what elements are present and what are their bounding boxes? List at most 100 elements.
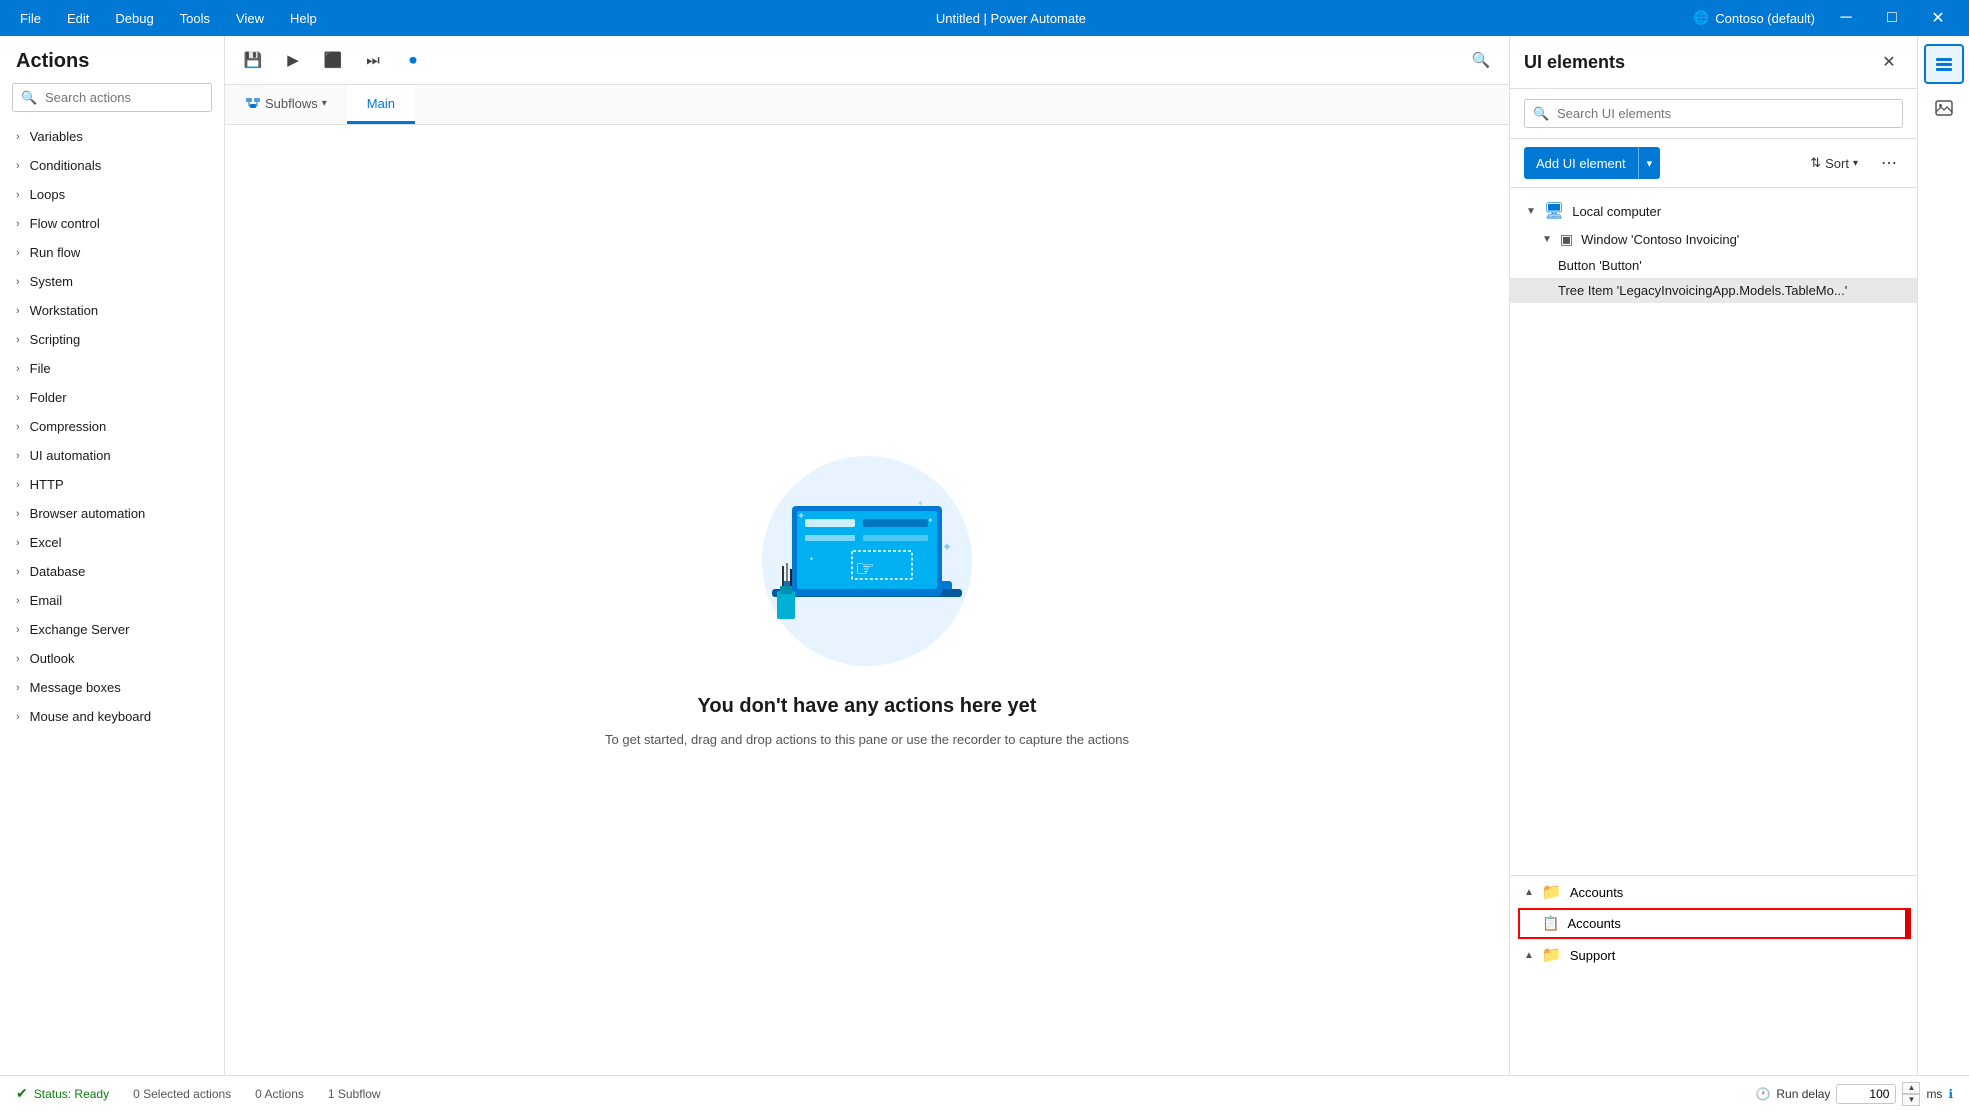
ui-toolbar-row: Add UI element ▾ ⇅ Sort ▾ ⋯: [1510, 139, 1917, 188]
ui-elements-sidebar-button[interactable]: [1924, 44, 1964, 84]
action-item-outlook[interactable]: › Outlook: [0, 644, 224, 673]
actions-search-container: 🔍: [12, 83, 212, 112]
action-item-browser-automation[interactable]: › Browser automation: [0, 499, 224, 528]
chevron-icon: ›: [16, 566, 20, 578]
action-item-http[interactable]: › HTTP: [0, 470, 224, 499]
action-item-file[interactable]: › File: [0, 354, 224, 383]
svg-text:✦: ✦: [917, 499, 924, 508]
action-label: HTTP: [30, 477, 64, 492]
search-button[interactable]: 🔍: [1465, 44, 1497, 76]
accounts-group-node[interactable]: ▲ 📁 Accounts: [1510, 876, 1917, 908]
action-item-flow-control[interactable]: › Flow control: [0, 209, 224, 238]
action-label: Exchange Server: [30, 622, 130, 637]
action-item-mouse-keyboard[interactable]: › Mouse and keyboard: [0, 702, 224, 731]
minimize-button[interactable]: ─: [1823, 0, 1869, 36]
chevron-icon: ›: [16, 682, 20, 694]
action-item-ui-automation[interactable]: › UI automation: [0, 441, 224, 470]
expand-icon: ▼: [1526, 206, 1536, 217]
accounts-child-node[interactable]: 📋 Accounts: [1518, 908, 1909, 939]
actions-count-status: 0 Actions: [255, 1087, 304, 1101]
menu-edit[interactable]: Edit: [55, 7, 101, 30]
chevron-icon: ›: [16, 450, 20, 462]
chevron-icon: ›: [16, 363, 20, 375]
sort-button[interactable]: ⇅ Sort ▾: [1801, 150, 1867, 176]
maximize-button[interactable]: □: [1869, 0, 1915, 36]
subflow-count-status: 1 Subflow: [328, 1087, 381, 1101]
accounts-section: ▲ 📁 Accounts 📋 Accounts ▲ 📁: [1510, 875, 1917, 1075]
action-item-database[interactable]: › Database: [0, 557, 224, 586]
tree-node-button[interactable]: Button 'Button': [1510, 253, 1917, 278]
save-button[interactable]: 💾: [237, 44, 269, 76]
tab-main[interactable]: Main: [347, 85, 415, 124]
accounts-table-icon: 📋: [1542, 915, 1559, 932]
account-icon: 🌐: [1693, 10, 1709, 26]
action-item-compression[interactable]: › Compression: [0, 412, 224, 441]
sort-chevron-icon: ▾: [1853, 158, 1858, 169]
action-item-folder[interactable]: › Folder: [0, 383, 224, 412]
action-item-conditionals[interactable]: › Conditionals: [0, 151, 224, 180]
close-button[interactable]: ✕: [1915, 0, 1961, 36]
next-button[interactable]: ⏭: [357, 44, 389, 76]
accounts-child-label: Accounts: [1567, 916, 1620, 931]
action-item-email[interactable]: › Email: [0, 586, 224, 615]
run-delay-input[interactable]: [1836, 1084, 1896, 1104]
record-button[interactable]: ⏺: [397, 44, 429, 76]
resize-handle[interactable]: [1905, 908, 1911, 939]
action-label: Email: [30, 593, 63, 608]
tree-node-contoso-window[interactable]: ▼ ▣ Window 'Contoso Invoicing': [1510, 226, 1917, 253]
delay-up-button[interactable]: ▲: [1902, 1082, 1920, 1094]
tree-node-local-computer[interactable]: ▼ 🖥 Local computer: [1510, 196, 1917, 226]
subflows-icon: [245, 95, 261, 111]
chevron-icon: ›: [16, 479, 20, 491]
action-label: Excel: [30, 535, 62, 550]
delay-down-button[interactable]: ▼: [1902, 1094, 1920, 1106]
run-button[interactable]: ▶: [277, 44, 309, 76]
title-bar: File Edit Debug Tools View Help Untitled…: [0, 0, 1969, 36]
more-options-button[interactable]: ⋯: [1875, 149, 1903, 177]
add-ui-element-chevron-icon[interactable]: ▾: [1639, 147, 1661, 179]
menu-view[interactable]: View: [224, 7, 276, 30]
action-item-run-flow[interactable]: › Run flow: [0, 238, 224, 267]
action-item-workstation[interactable]: › Workstation: [0, 296, 224, 325]
menu-bar: File Edit Debug Tools View Help: [8, 7, 329, 30]
ui-panel-title: UI elements: [1524, 52, 1875, 73]
action-item-scripting[interactable]: › Scripting: [0, 325, 224, 354]
subflows-tab-label: Subflows: [265, 96, 318, 111]
support-group-node[interactable]: ▲ 📁 Support: [1510, 939, 1917, 971]
action-item-system[interactable]: › System: [0, 267, 224, 296]
delay-info-icon[interactable]: ℹ: [1948, 1087, 1953, 1101]
action-label: File: [30, 361, 51, 376]
menu-help[interactable]: Help: [278, 7, 329, 30]
window-controls: ─ □ ✕: [1823, 0, 1961, 36]
empty-subtitle: To get started, drag and drop actions to…: [605, 730, 1129, 750]
actions-panel: Actions 🔍 › Variables › Conditionals › L…: [0, 36, 225, 1075]
action-item-variables[interactable]: › Variables: [0, 122, 224, 151]
add-ui-element-button[interactable]: Add UI element ▾: [1524, 147, 1660, 179]
menu-tools[interactable]: Tools: [168, 7, 222, 30]
action-item-message-boxes[interactable]: › Message boxes: [0, 673, 224, 702]
action-item-excel[interactable]: › Excel: [0, 528, 224, 557]
action-item-loops[interactable]: › Loops: [0, 180, 224, 209]
search-input[interactable]: [12, 83, 212, 112]
subflow-count-label: 1 Subflow: [328, 1087, 381, 1101]
support-folder-icon: 📁: [1542, 945, 1562, 965]
tab-subflows[interactable]: Subflows ▾: [225, 85, 347, 124]
menu-debug[interactable]: Debug: [103, 7, 165, 30]
expand-icon: ▼: [1542, 234, 1552, 245]
tree-node-tree-item[interactable]: Tree Item 'LegacyInvoicingApp.Models.Tab…: [1510, 278, 1917, 303]
action-label: Mouse and keyboard: [30, 709, 151, 724]
images-sidebar-button[interactable]: [1924, 88, 1964, 128]
contoso-window-label: Window 'Contoso Invoicing': [1581, 232, 1739, 247]
illustration-svg: ☞ ✦ ✦ ✦ ✦ ✦: [727, 451, 1007, 671]
ui-panel-close-button[interactable]: ✕: [1875, 48, 1903, 76]
menu-file[interactable]: File: [8, 7, 53, 30]
svg-text:✦: ✦: [797, 511, 805, 522]
accounts-folder-icon: 📁: [1542, 882, 1562, 902]
stop-button[interactable]: ⬛: [317, 44, 349, 76]
chevron-icon: ›: [16, 189, 20, 201]
ui-elements-tree: ▼ 🖥 Local computer ▼ ▣ Window 'Contoso I…: [1510, 188, 1917, 875]
action-item-exchange-server[interactable]: › Exchange Server: [0, 615, 224, 644]
layers-icon: [1934, 54, 1954, 74]
ui-search-input[interactable]: [1524, 99, 1903, 128]
button-node-label: Button 'Button': [1558, 258, 1642, 273]
